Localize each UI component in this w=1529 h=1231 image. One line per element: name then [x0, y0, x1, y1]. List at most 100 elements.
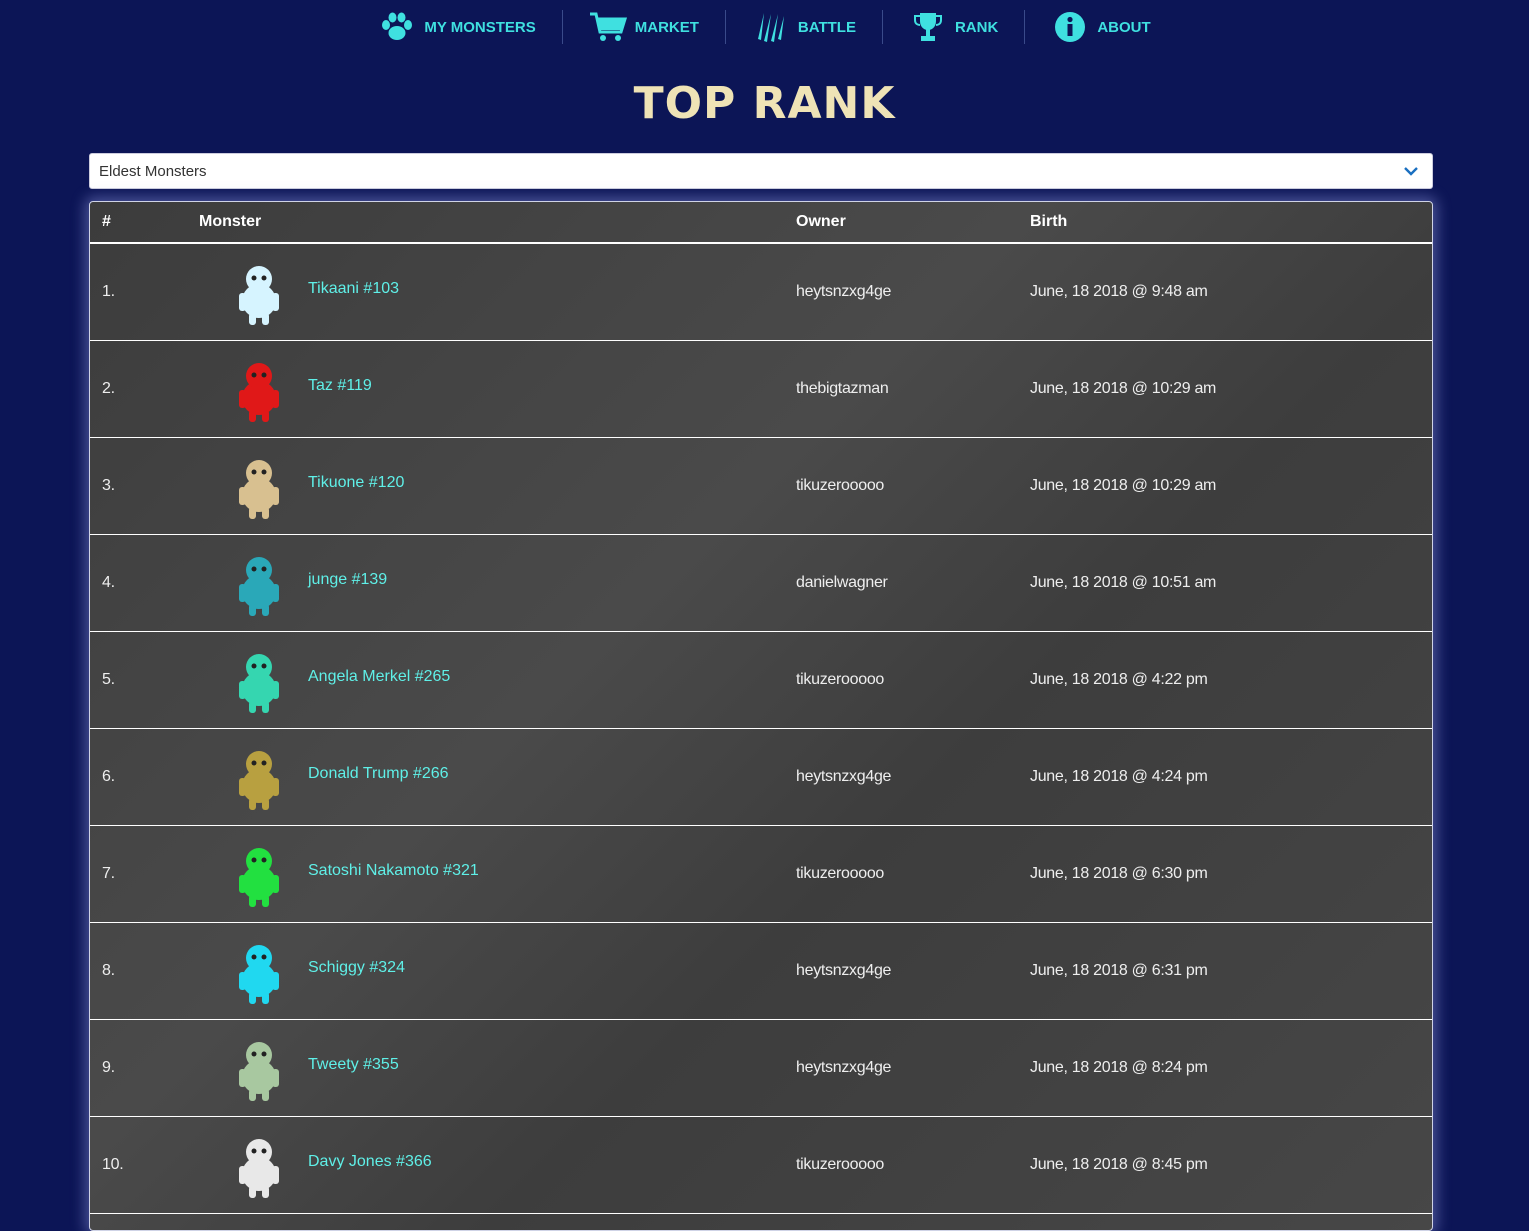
- monster-link[interactable]: Tikaani #103: [308, 280, 399, 298]
- trophy-icon: [909, 10, 947, 44]
- rank-filter-select[interactable]: Eldest Monsters: [89, 153, 1433, 189]
- table-body: 1. Tikaani #103 heytsnzxg4ge June, 18 2018 …: [90, 244, 1432, 1214]
- monster-avatar[interactable]: [224, 1127, 294, 1203]
- nav-label: ABOUT: [1097, 18, 1151, 36]
- cart-icon: [589, 10, 627, 44]
- monster-icon: [239, 460, 279, 519]
- row-owner: tikuzerooooo: [796, 477, 885, 494]
- monster-icon: [239, 1139, 279, 1198]
- row-birth: June, 18 2018 @ 10:51 am: [1030, 574, 1217, 591]
- nav-label: MARKET: [634, 18, 699, 36]
- row-owner: tikuzerooooo: [796, 671, 885, 688]
- rank-filter-value: Eldest Monsters: [99, 162, 207, 180]
- row-birth: June, 18 2018 @ 9:48 am: [1030, 283, 1208, 300]
- table-row: 10. Davy Jones #366 tikuzerooooo June, 18 2…: [90, 1117, 1432, 1214]
- monster-icon: [239, 266, 279, 325]
- row-rank: 2.: [102, 380, 115, 397]
- monster-avatar[interactable]: [224, 448, 294, 524]
- monster-link[interactable]: Angela Merkel #265: [308, 668, 450, 686]
- row-owner: tikuzerooooo: [796, 1156, 885, 1173]
- row-rank: 9.: [102, 1059, 115, 1076]
- monster-icon: [239, 363, 279, 422]
- page-title: TOP RANK: [633, 78, 896, 129]
- monster-link[interactable]: Taz #119: [308, 377, 372, 395]
- row-monster-cell: Donald Trump #266: [199, 739, 796, 815]
- monster-avatar[interactable]: [224, 933, 294, 1009]
- row-birth: June, 18 2018 @ 6:30 pm: [1030, 865, 1208, 882]
- row-birth: June, 18 2018 @ 6:31 pm: [1030, 962, 1208, 979]
- table-row: 1. Tikaani #103 heytsnzxg4ge June, 18 2018 …: [90, 244, 1432, 341]
- row-birth: June, 18 2018 @ 10:29 am: [1030, 380, 1217, 397]
- chevron-down-icon: [1404, 167, 1418, 176]
- nav-label: MY MONSTERS: [424, 18, 536, 36]
- row-monster-cell: Angela Merkel #265: [199, 642, 796, 718]
- row-owner: heytsnzxg4ge: [796, 962, 892, 979]
- monster-link[interactable]: Schiggy #324: [308, 959, 405, 977]
- row-birth: June, 18 2018 @ 4:24 pm: [1030, 768, 1208, 785]
- nav-my-monsters[interactable]: MY MONSTERS: [352, 9, 561, 45]
- nav-label: BATTLE: [797, 18, 856, 36]
- nav-battle[interactable]: BATTLE: [726, 9, 882, 45]
- table-row: 5. Angela Merkel #265 tikuzerooooo June, 18…: [90, 632, 1432, 729]
- header-birth: Birth: [1030, 213, 1068, 230]
- row-monster-cell: Tweety #355: [199, 1030, 796, 1106]
- row-rank: 10.: [102, 1156, 124, 1173]
- table-row: 9. Tweety #355 heytsnzxg4ge June, 18 2018 @…: [90, 1020, 1432, 1117]
- row-monster-cell: Tikuone #120: [199, 448, 796, 524]
- monster-link[interactable]: Tweety #355: [308, 1056, 399, 1074]
- nav-label: RANK: [954, 18, 999, 36]
- monster-avatar[interactable]: [224, 642, 294, 718]
- monster-icon: [239, 654, 279, 713]
- table-row: 3. Tikuone #120 tikuzerooooo June, 18 2018 …: [90, 438, 1432, 535]
- paw-icon: [378, 10, 416, 44]
- row-monster-cell: Taz #119: [199, 351, 796, 427]
- monster-link[interactable]: Donald Trump #266: [308, 765, 449, 783]
- row-rank: 5.: [102, 671, 115, 688]
- monster-link[interactable]: Satoshi Nakamoto #321: [308, 862, 479, 880]
- row-rank: 6.: [102, 768, 115, 785]
- monster-avatar[interactable]: [224, 836, 294, 912]
- row-monster-cell: Schiggy #324: [199, 933, 796, 1009]
- info-icon: [1051, 10, 1089, 44]
- row-monster-cell: Satoshi Nakamoto #321: [199, 836, 796, 912]
- row-rank: 3.: [102, 477, 115, 494]
- monster-link[interactable]: junge #139: [308, 571, 387, 589]
- monster-icon: [239, 945, 279, 1004]
- monster-avatar[interactable]: [224, 254, 294, 330]
- monster-icon: [239, 848, 279, 907]
- nav-about[interactable]: ABOUT: [1025, 9, 1176, 45]
- row-birth: June, 18 2018 @ 4:22 pm: [1030, 671, 1208, 688]
- row-rank: 1.: [102, 283, 115, 300]
- header-monster: Monster: [199, 213, 262, 230]
- row-owner: heytsnzxg4ge: [796, 283, 892, 300]
- monster-link[interactable]: Davy Jones #366: [308, 1153, 432, 1171]
- table-row: 7. Satoshi Nakamoto #321 tikuzerooooo June,…: [90, 826, 1432, 923]
- monster-icon: [239, 1042, 279, 1101]
- row-owner: heytsnzxg4ge: [796, 768, 892, 785]
- row-owner: thebigtazman: [796, 380, 889, 397]
- table-row: 6. Donald Trump #266 heytsnzxg4ge June, 18 …: [90, 729, 1432, 826]
- monster-link[interactable]: Tikuone #120: [308, 474, 404, 492]
- monster-avatar[interactable]: [224, 545, 294, 621]
- row-owner: heytsnzxg4ge: [796, 1059, 892, 1076]
- nav-rank[interactable]: RANK: [883, 9, 1024, 45]
- monster-icon: [239, 751, 279, 810]
- monster-avatar[interactable]: [224, 351, 294, 427]
- row-monster-cell: Davy Jones #366: [199, 1127, 796, 1203]
- row-rank: 7.: [102, 865, 115, 882]
- monster-avatar[interactable]: [224, 1030, 294, 1106]
- table-row: 8. Schiggy #324 heytsnzxg4ge June, 18 2018 …: [90, 923, 1432, 1020]
- table-row: 2. Taz #119 thebigtazman June, 18 2018 @ 10…: [90, 341, 1432, 438]
- claw-icon: [752, 10, 790, 44]
- top-nav: MY MONSTERS MARKET BATTLE RANK ABOUT: [0, 0, 1529, 54]
- row-owner: tikuzerooooo: [796, 865, 885, 882]
- monster-avatar[interactable]: [224, 739, 294, 815]
- nav-market[interactable]: MARKET: [563, 9, 725, 45]
- row-birth: June, 18 2018 @ 10:29 am: [1030, 477, 1217, 494]
- row-owner: danielwagner: [796, 574, 888, 591]
- table-header: # Monster Owner Birth: [90, 202, 1432, 244]
- row-monster-cell: junge #139: [199, 545, 796, 621]
- monster-icon: [239, 557, 279, 616]
- row-birth: June, 18 2018 @ 8:24 pm: [1030, 1059, 1208, 1076]
- rank-table: # Monster Owner Birth 1. Tikaani #103 heyt…: [89, 201, 1433, 1231]
